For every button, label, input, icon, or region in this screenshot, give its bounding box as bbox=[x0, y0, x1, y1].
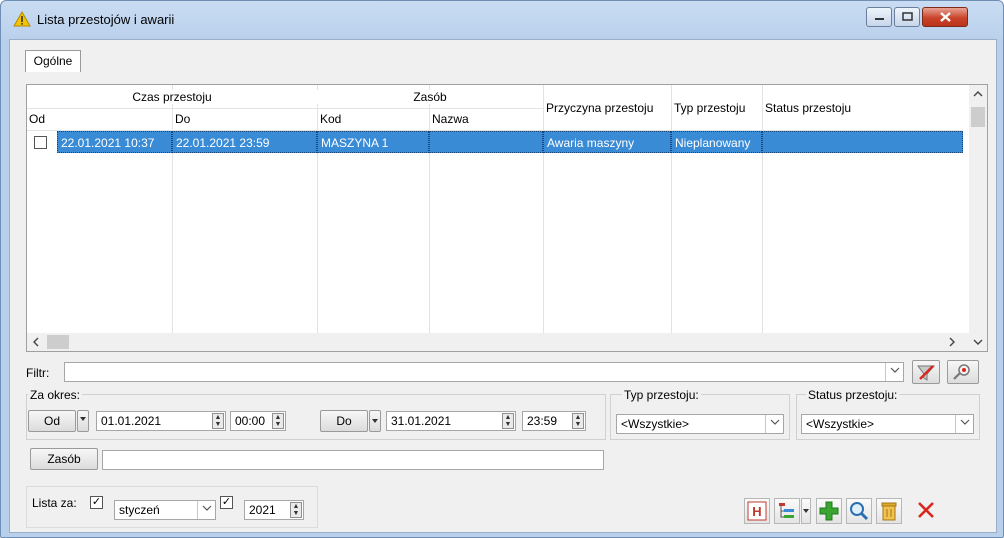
cell-kod: MASZYNA 1 bbox=[317, 131, 429, 153]
svg-text:H: H bbox=[752, 504, 761, 519]
hierarchy-button[interactable] bbox=[774, 498, 800, 524]
filter-label: Filtr: bbox=[26, 366, 50, 380]
from-date-spinner[interactable]: ▲ ▼ bbox=[212, 413, 224, 429]
search-icon bbox=[850, 502, 869, 521]
hierarchy-icon bbox=[779, 503, 794, 518]
chevron-down-icon bbox=[890, 367, 899, 373]
scroll-right-icon[interactable] bbox=[943, 333, 961, 351]
maximize-icon bbox=[902, 12, 913, 21]
group-header-czas: Czas przestoju bbox=[27, 90, 317, 104]
status-przestoju-dropdown-button[interactable] bbox=[955, 415, 973, 433]
minimize-icon bbox=[875, 18, 884, 20]
typ-przestoju-label: Typ przestoju: bbox=[622, 388, 701, 402]
history-h-icon: H bbox=[747, 501, 767, 521]
scroll-down-icon[interactable] bbox=[969, 333, 987, 351]
status-przestoju-select[interactable]: <Wszystkie> bbox=[801, 414, 974, 434]
from-date-input[interactable]: 01.01.2021 bbox=[96, 411, 226, 431]
close-button[interactable] bbox=[914, 498, 940, 524]
close-icon bbox=[940, 12, 951, 22]
column-header-przyczyna[interactable]: Przyczyna przestoju bbox=[546, 101, 654, 115]
vertical-scrollbar[interactable] bbox=[969, 85, 987, 351]
to-dropdown-button[interactable] bbox=[369, 410, 381, 432]
cell-status bbox=[762, 131, 963, 153]
column-header-do[interactable]: Do bbox=[175, 112, 191, 126]
to-date-spinner[interactable]: ▲ ▼ bbox=[502, 413, 514, 429]
tab-ogolne[interactable]: Ogólne bbox=[25, 50, 81, 72]
warning-icon bbox=[13, 11, 31, 27]
to-button[interactable]: Do bbox=[320, 410, 368, 432]
horizontal-scrollbar[interactable] bbox=[27, 333, 969, 351]
cell-do: 22.01.2021 23:59 bbox=[172, 131, 317, 153]
trash-icon bbox=[881, 502, 897, 521]
to-date-input[interactable]: 31.01.2021 bbox=[386, 411, 516, 431]
to-time-spinner[interactable]: ▲ ▼ bbox=[572, 413, 584, 429]
column-header-nazwa[interactable]: Nazwa bbox=[432, 112, 469, 126]
clear-filter-button[interactable] bbox=[912, 360, 940, 384]
cell-nazwa bbox=[429, 131, 543, 153]
filter-dropdown-button[interactable] bbox=[885, 363, 903, 381]
group-header-zasob: Zasób bbox=[317, 90, 543, 104]
period-label: Za okres: bbox=[28, 388, 83, 402]
row-checkbox[interactable] bbox=[34, 136, 47, 149]
history-button[interactable]: H bbox=[744, 498, 770, 524]
lista-za-label: Lista za: bbox=[32, 496, 77, 510]
year-checkbox[interactable]: ✓ bbox=[220, 496, 233, 509]
plus-icon bbox=[819, 501, 839, 521]
scroll-up-icon[interactable] bbox=[969, 85, 987, 103]
column-divider bbox=[429, 85, 430, 333]
column-divider bbox=[543, 85, 544, 333]
chevron-down-icon bbox=[960, 419, 969, 425]
close-icon bbox=[918, 502, 934, 518]
zasob-button[interactable]: Zasób bbox=[30, 448, 98, 470]
caret-down-icon bbox=[80, 417, 86, 421]
chevron-down-icon bbox=[202, 505, 211, 511]
hierarchy-dropdown-button[interactable] bbox=[801, 498, 811, 524]
zasob-input[interactable] bbox=[102, 450, 604, 470]
filter-input[interactable] bbox=[64, 362, 904, 382]
hscroll-thumb[interactable] bbox=[47, 335, 69, 349]
window: Lista przestojów i awarii Ogólne Czas pr… bbox=[0, 0, 1004, 538]
month-checkbox[interactable]: ✓ bbox=[90, 496, 103, 509]
caret-down-icon bbox=[803, 509, 809, 513]
from-dropdown-button[interactable] bbox=[77, 410, 89, 432]
year-spinner[interactable]: ▲ ▼ bbox=[290, 502, 302, 518]
status-przestoju-label: Status przestoju: bbox=[806, 388, 900, 402]
column-header-od[interactable]: Od bbox=[29, 112, 46, 126]
column-divider bbox=[317, 85, 318, 333]
cell-typ: Nieplanowany bbox=[671, 131, 762, 153]
chevron-down-icon bbox=[770, 419, 779, 425]
typ-przestoju-select[interactable]: <Wszystkie> bbox=[616, 414, 784, 434]
add-button[interactable] bbox=[816, 498, 842, 524]
from-button[interactable]: Od bbox=[28, 410, 76, 432]
month-dropdown-button[interactable] bbox=[197, 501, 215, 519]
search-button[interactable] bbox=[846, 498, 872, 524]
scroll-left-icon[interactable] bbox=[27, 333, 45, 351]
caret-down-icon bbox=[372, 419, 378, 423]
cell-przyczyna: Awaria maszyny bbox=[543, 131, 671, 153]
title-bar[interactable]: Lista przestojów i awarii bbox=[1, 1, 1003, 39]
column-divider bbox=[172, 85, 173, 333]
from-time-spinner[interactable]: ▲ ▼ bbox=[272, 413, 284, 429]
filter-settings-icon bbox=[953, 364, 970, 380]
funnel-clear-icon bbox=[917, 365, 936, 381]
column-divider bbox=[671, 85, 672, 333]
scroll-thumb[interactable] bbox=[971, 107, 985, 127]
maximize-button[interactable] bbox=[894, 7, 920, 27]
delete-button[interactable] bbox=[876, 498, 902, 524]
table-row[interactable]: 22.01.2021 10:37 22.01.2021 23:59 MASZYN… bbox=[27, 131, 963, 153]
downtime-grid: Czas przestoju Zasób Od Do Kod Nazwa Prz… bbox=[26, 84, 988, 352]
cell-od: 22.01.2021 10:37 bbox=[57, 131, 172, 153]
typ-przestoju-dropdown-button[interactable] bbox=[765, 415, 783, 433]
close-window-button[interactable] bbox=[922, 7, 968, 27]
column-header-kod[interactable]: Kod bbox=[320, 112, 342, 126]
advanced-filter-button[interactable] bbox=[947, 360, 979, 384]
column-header-status[interactable]: Status przestoju bbox=[765, 101, 852, 115]
column-divider bbox=[762, 85, 763, 333]
column-header-typ[interactable]: Typ przestoju bbox=[674, 101, 746, 115]
window-title: Lista przestojów i awarii bbox=[37, 12, 175, 27]
header-divider bbox=[27, 108, 543, 109]
window-client: Ogólne Czas przestoju Zasób Od Do Kod Na… bbox=[9, 39, 997, 533]
minimize-button[interactable] bbox=[866, 7, 892, 27]
